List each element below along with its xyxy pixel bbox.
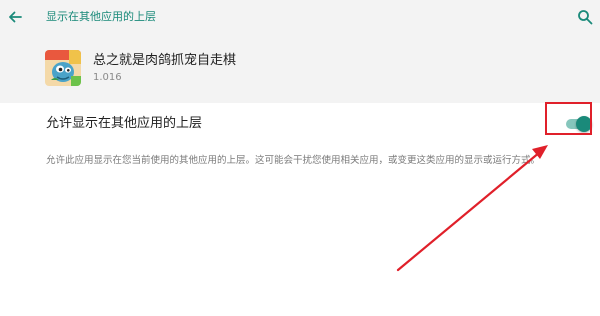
app-version: 1.016 <box>93 72 122 83</box>
annotation-highlight-box <box>545 102 592 135</box>
page-title: 显示在其他应用的上层 <box>46 10 156 23</box>
search-button[interactable] <box>574 6 596 28</box>
app-name: 总之就是肉鸽抓宠自走棋 <box>93 53 237 68</box>
settings-page: 显示在其他应用的上层 总之就是肉鸽抓宠自走棋 1.016 允许显示在其他应用的上… <box>0 0 600 316</box>
overlay-permission-label[interactable]: 允许显示在其他应用的上层 <box>46 116 202 132</box>
app-icon <box>45 50 81 86</box>
setting-description: 允许此应用显示在您当前使用的其他应用的上层。这可能会干扰您使用相关应用，或变更这… <box>46 155 541 166</box>
toolbar: 显示在其他应用的上层 <box>0 0 600 34</box>
back-button[interactable] <box>4 6 26 28</box>
back-arrow-icon <box>9 11 22 23</box>
search-icon <box>578 10 593 25</box>
